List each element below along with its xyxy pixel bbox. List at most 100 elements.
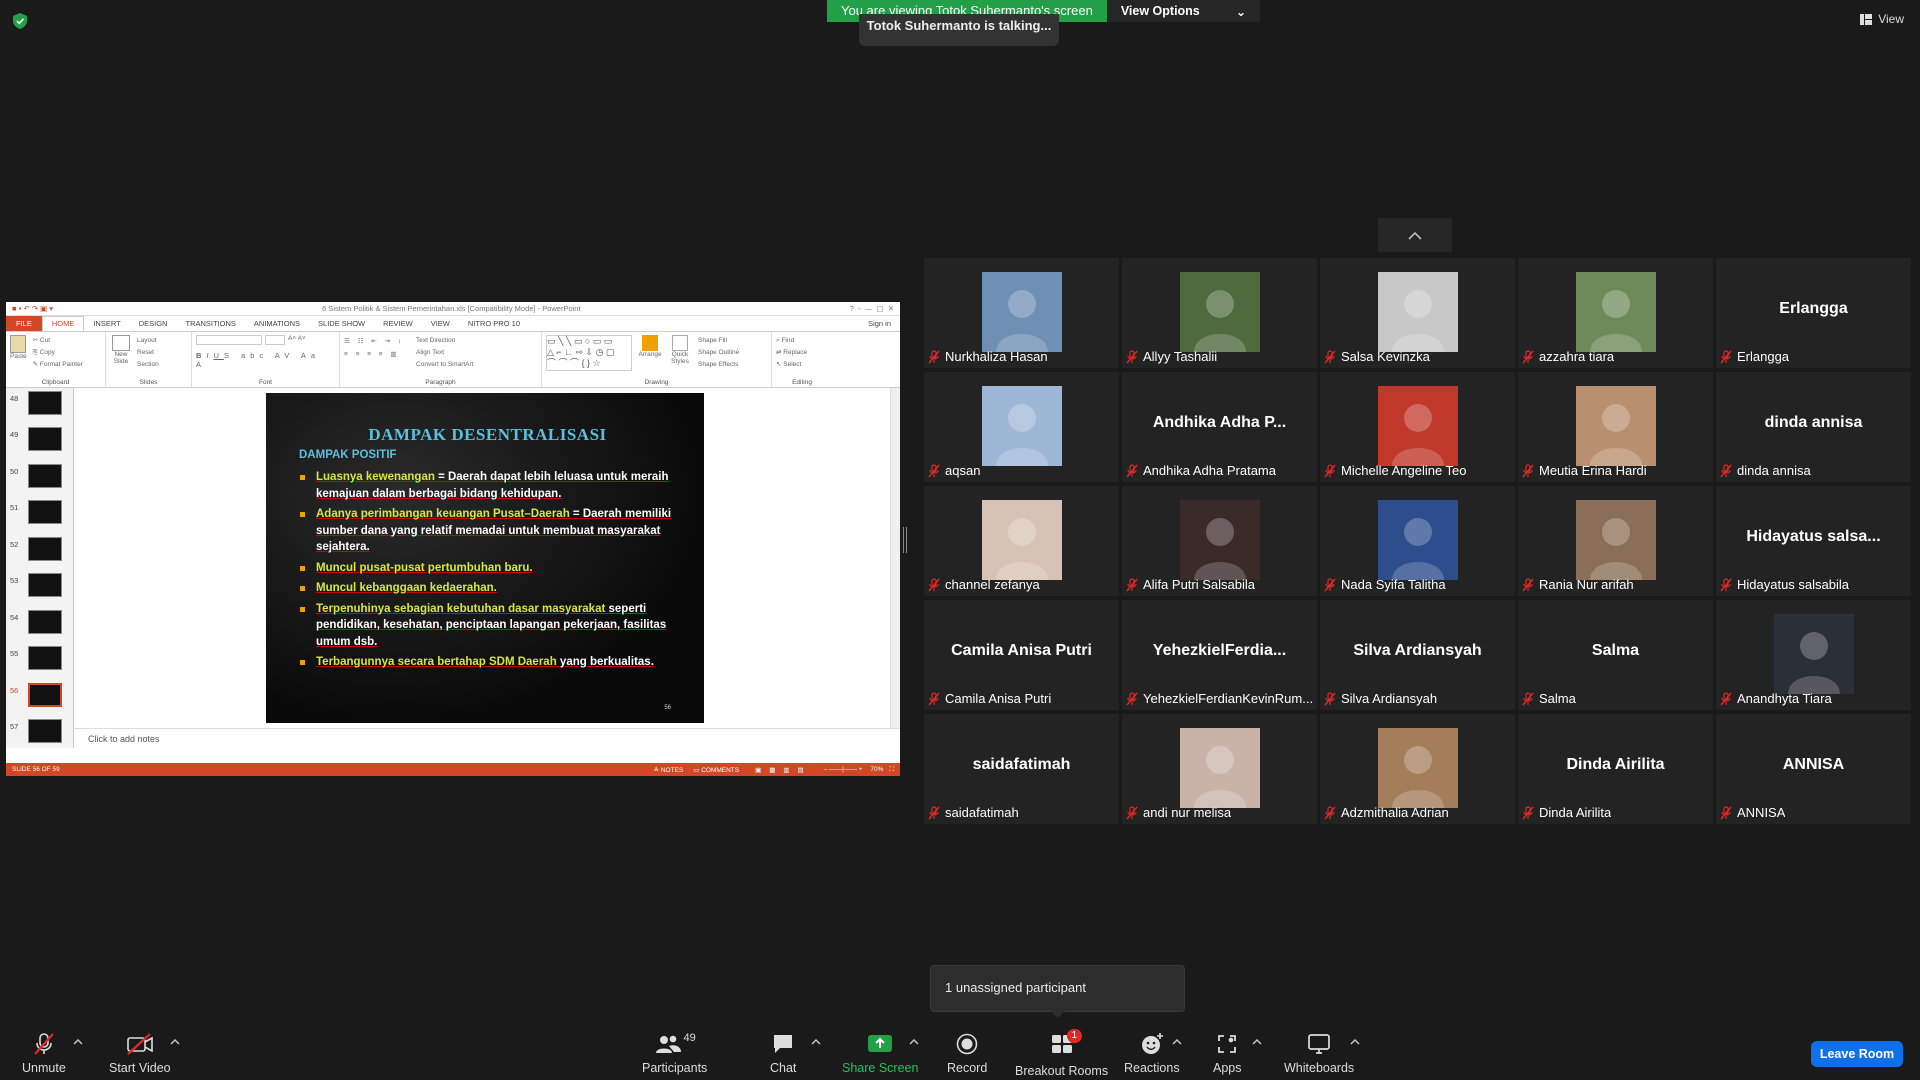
slide-thumb[interactable]: 55 bbox=[10, 646, 62, 670]
paragraph-buttons[interactable]: ☰ ☷ ⇤ ⇥ ↕ ≡ ≡ ≡ ≡ ▥ bbox=[344, 335, 404, 371]
ppt-quick-access[interactable]: ■ ▪ ↶ ↷ ▣ ▾ bbox=[12, 304, 53, 313]
tab-review[interactable]: REVIEW bbox=[374, 319, 422, 328]
participant-tile[interactable]: Anandhyta Tiara bbox=[1716, 600, 1911, 710]
copy-button[interactable]: ⎘ Copy bbox=[33, 347, 83, 359]
notes-pane[interactable]: Click to add notes bbox=[74, 728, 900, 748]
participant-tile[interactable]: Salma Salma bbox=[1518, 600, 1713, 710]
split-view-handle[interactable] bbox=[903, 527, 907, 553]
font-format-buttons[interactable]: BIUS abc AV Aa A bbox=[196, 351, 335, 369]
convert-smartart-button[interactable]: Convert to SmartArt bbox=[416, 359, 473, 371]
participant-tile[interactable]: Allyy Tashalii bbox=[1122, 258, 1317, 368]
slide-thumb[interactable]: 53 bbox=[10, 573, 62, 597]
share-options-caret-icon[interactable] bbox=[909, 1038, 919, 1046]
share-screen-button[interactable]: Share Screen bbox=[842, 1032, 918, 1075]
format-painter-button[interactable]: ✎ Format Painter bbox=[33, 359, 83, 371]
start-video-button[interactable]: Start Video bbox=[109, 1032, 171, 1075]
select-button[interactable]: ↖ Select bbox=[776, 359, 828, 371]
participants-button[interactable]: 49 Participants bbox=[642, 1032, 707, 1075]
participant-tile[interactable]: dinda annisa dinda annisa bbox=[1716, 372, 1911, 482]
unassigned-participant-popup[interactable]: 1 unassigned participant bbox=[930, 965, 1185, 1018]
font-grow-icon[interactable]: A˄ A˅ bbox=[288, 335, 306, 345]
slide-thumb[interactable]: 57 bbox=[10, 719, 62, 743]
quick-styles-button[interactable]: Quick Styles bbox=[668, 335, 692, 371]
reactions-options-caret-icon[interactable] bbox=[1172, 1038, 1182, 1046]
tab-view[interactable]: VIEW bbox=[422, 319, 459, 328]
participant-tile[interactable]: Salsa Kevinzka bbox=[1320, 258, 1515, 368]
font-size-select[interactable] bbox=[265, 335, 285, 345]
participant-tile[interactable]: aqsan bbox=[924, 372, 1119, 482]
shared-screen[interactable]: ■ ▪ ↶ ↷ ▣ ▾ 6 Sistem Politik & Sistem Pe… bbox=[6, 302, 900, 776]
view-button[interactable]: View bbox=[1860, 12, 1904, 26]
participant-tile[interactable]: Nada Syifa Talitha bbox=[1320, 486, 1515, 596]
record-button[interactable]: Record bbox=[947, 1032, 987, 1075]
shapes-gallery[interactable]: ▭ ╲ ╲ ▭ ○ ▭ ▭ △ ⌐ ∟ ⇨ ⇩ ◷ ▢ ⌒ ⌒ ⌒ { } ☆ bbox=[546, 335, 632, 371]
replace-button[interactable]: ⇄ Replace bbox=[776, 347, 828, 359]
leave-room-button[interactable]: Leave Room bbox=[1811, 1041, 1903, 1067]
apps-button[interactable]: Apps bbox=[1213, 1032, 1242, 1075]
align-text-button[interactable]: Align Text bbox=[416, 347, 473, 359]
security-shield-icon[interactable] bbox=[13, 13, 27, 29]
view-buttons[interactable]: ▣▦▥▤ bbox=[755, 766, 812, 774]
participant-tile[interactable]: Meutia Erina Hardi bbox=[1518, 372, 1713, 482]
unmute-button[interactable]: Unmute bbox=[22, 1032, 66, 1075]
section-button[interactable]: Section bbox=[137, 359, 159, 371]
participant-tile[interactable]: Alifa Putri Salsabila bbox=[1122, 486, 1317, 596]
breakout-rooms-button[interactable]: 1 Breakout Rooms bbox=[1015, 1029, 1108, 1078]
tab-animations[interactable]: ANIMATIONS bbox=[245, 319, 309, 328]
participant-tile[interactable]: saidafatimah saidafatimah bbox=[924, 714, 1119, 824]
shape-outline-button[interactable]: Shape Outline bbox=[698, 347, 739, 359]
sign-in-link[interactable]: Sign in bbox=[859, 319, 900, 328]
text-direction-button[interactable]: Text Direction bbox=[416, 335, 473, 347]
shape-effects-button[interactable]: Shape Effects bbox=[698, 359, 739, 371]
current-slide[interactable]: DAMPAK DESENTRALISASI DAMPAK POSITIF Lua… bbox=[266, 393, 704, 723]
shape-fill-button[interactable]: Shape Fill bbox=[698, 335, 739, 347]
comments-toggle[interactable]: ▭ COMMENTS bbox=[693, 766, 739, 774]
participant-tile[interactable]: Camila Anisa Putri Camila Anisa Putri bbox=[924, 600, 1119, 710]
tab-insert[interactable]: INSERT bbox=[84, 319, 129, 328]
tab-transitions[interactable]: TRANSITIONS bbox=[176, 319, 244, 328]
tab-file[interactable]: FILE bbox=[6, 316, 42, 331]
font-name-select[interactable] bbox=[196, 335, 262, 345]
participant-tile[interactable]: azzahra tiara bbox=[1518, 258, 1713, 368]
participant-tile[interactable]: Hidayatus salsa... Hidayatus salsabila bbox=[1716, 486, 1911, 596]
audio-options-caret-icon[interactable] bbox=[73, 1038, 83, 1046]
participant-tile[interactable]: channel zefanya bbox=[924, 486, 1119, 596]
tab-slide-show[interactable]: SLIDE SHOW bbox=[309, 319, 374, 328]
participant-tile[interactable]: Nurkhaliza Hasan bbox=[924, 258, 1119, 368]
slide-scrollbar[interactable] bbox=[890, 388, 900, 728]
tab-home[interactable]: HOME bbox=[41, 316, 85, 331]
participant-tile[interactable]: Rania Nur arifah bbox=[1518, 486, 1713, 596]
participant-tile[interactable]: andi nur melisa bbox=[1122, 714, 1317, 824]
arrange-button[interactable]: Arrange bbox=[638, 335, 662, 371]
slide-thumb[interactable]: 49 bbox=[10, 427, 62, 451]
tab-design[interactable]: DESIGN bbox=[130, 319, 177, 328]
chat-button[interactable]: Chat bbox=[770, 1032, 796, 1075]
tab-nitro[interactable]: NITRO PRO 10 bbox=[459, 319, 529, 328]
new-slide-button[interactable]: New Slide bbox=[110, 335, 132, 371]
participant-tile[interactable]: Dinda Airilita Dinda Airilita bbox=[1518, 714, 1713, 824]
whiteboards-options-caret-icon[interactable] bbox=[1350, 1038, 1360, 1046]
zoom-slider[interactable]: – ——|—— + bbox=[824, 766, 863, 773]
gallery-page-up-button[interactable] bbox=[1378, 218, 1452, 252]
participant-tile[interactable]: YehezkielFerdia... YehezkielFerdianKevinR… bbox=[1122, 600, 1317, 710]
reset-button[interactable]: Reset bbox=[137, 347, 159, 359]
view-options-button[interactable]: View Options ⌄ bbox=[1106, 0, 1261, 22]
participant-tile[interactable]: Michelle Angeline Teo bbox=[1320, 372, 1515, 482]
find-button[interactable]: ⌕ Find bbox=[776, 335, 828, 347]
slide-thumb[interactable]: 50 bbox=[10, 464, 62, 488]
window-controls[interactable]: ? ▫ — ▢ ✕ bbox=[850, 304, 894, 313]
fit-slide-icon[interactable]: ⛶ bbox=[889, 766, 894, 774]
slide-thumb[interactable]: 48 bbox=[10, 391, 62, 415]
apps-options-caret-icon[interactable] bbox=[1252, 1038, 1262, 1046]
layout-button[interactable]: Layout bbox=[137, 335, 159, 347]
participant-tile[interactable]: Erlangga Erlangga bbox=[1716, 258, 1911, 368]
slide-thumb-selected[interactable]: 56 bbox=[10, 683, 62, 707]
participant-tile[interactable]: Andhika Adha P... Andhika Adha Pratama bbox=[1122, 372, 1317, 482]
participant-tile[interactable]: ANNISA ANNISA bbox=[1716, 714, 1911, 824]
whiteboards-button[interactable]: Whiteboards bbox=[1284, 1032, 1354, 1075]
chat-options-caret-icon[interactable] bbox=[811, 1038, 821, 1046]
paste-button[interactable]: Paste bbox=[10, 335, 27, 371]
video-options-caret-icon[interactable] bbox=[170, 1038, 180, 1046]
cut-button[interactable]: ✂ Cut bbox=[33, 335, 83, 347]
slide-thumb[interactable]: 52 bbox=[10, 537, 62, 561]
